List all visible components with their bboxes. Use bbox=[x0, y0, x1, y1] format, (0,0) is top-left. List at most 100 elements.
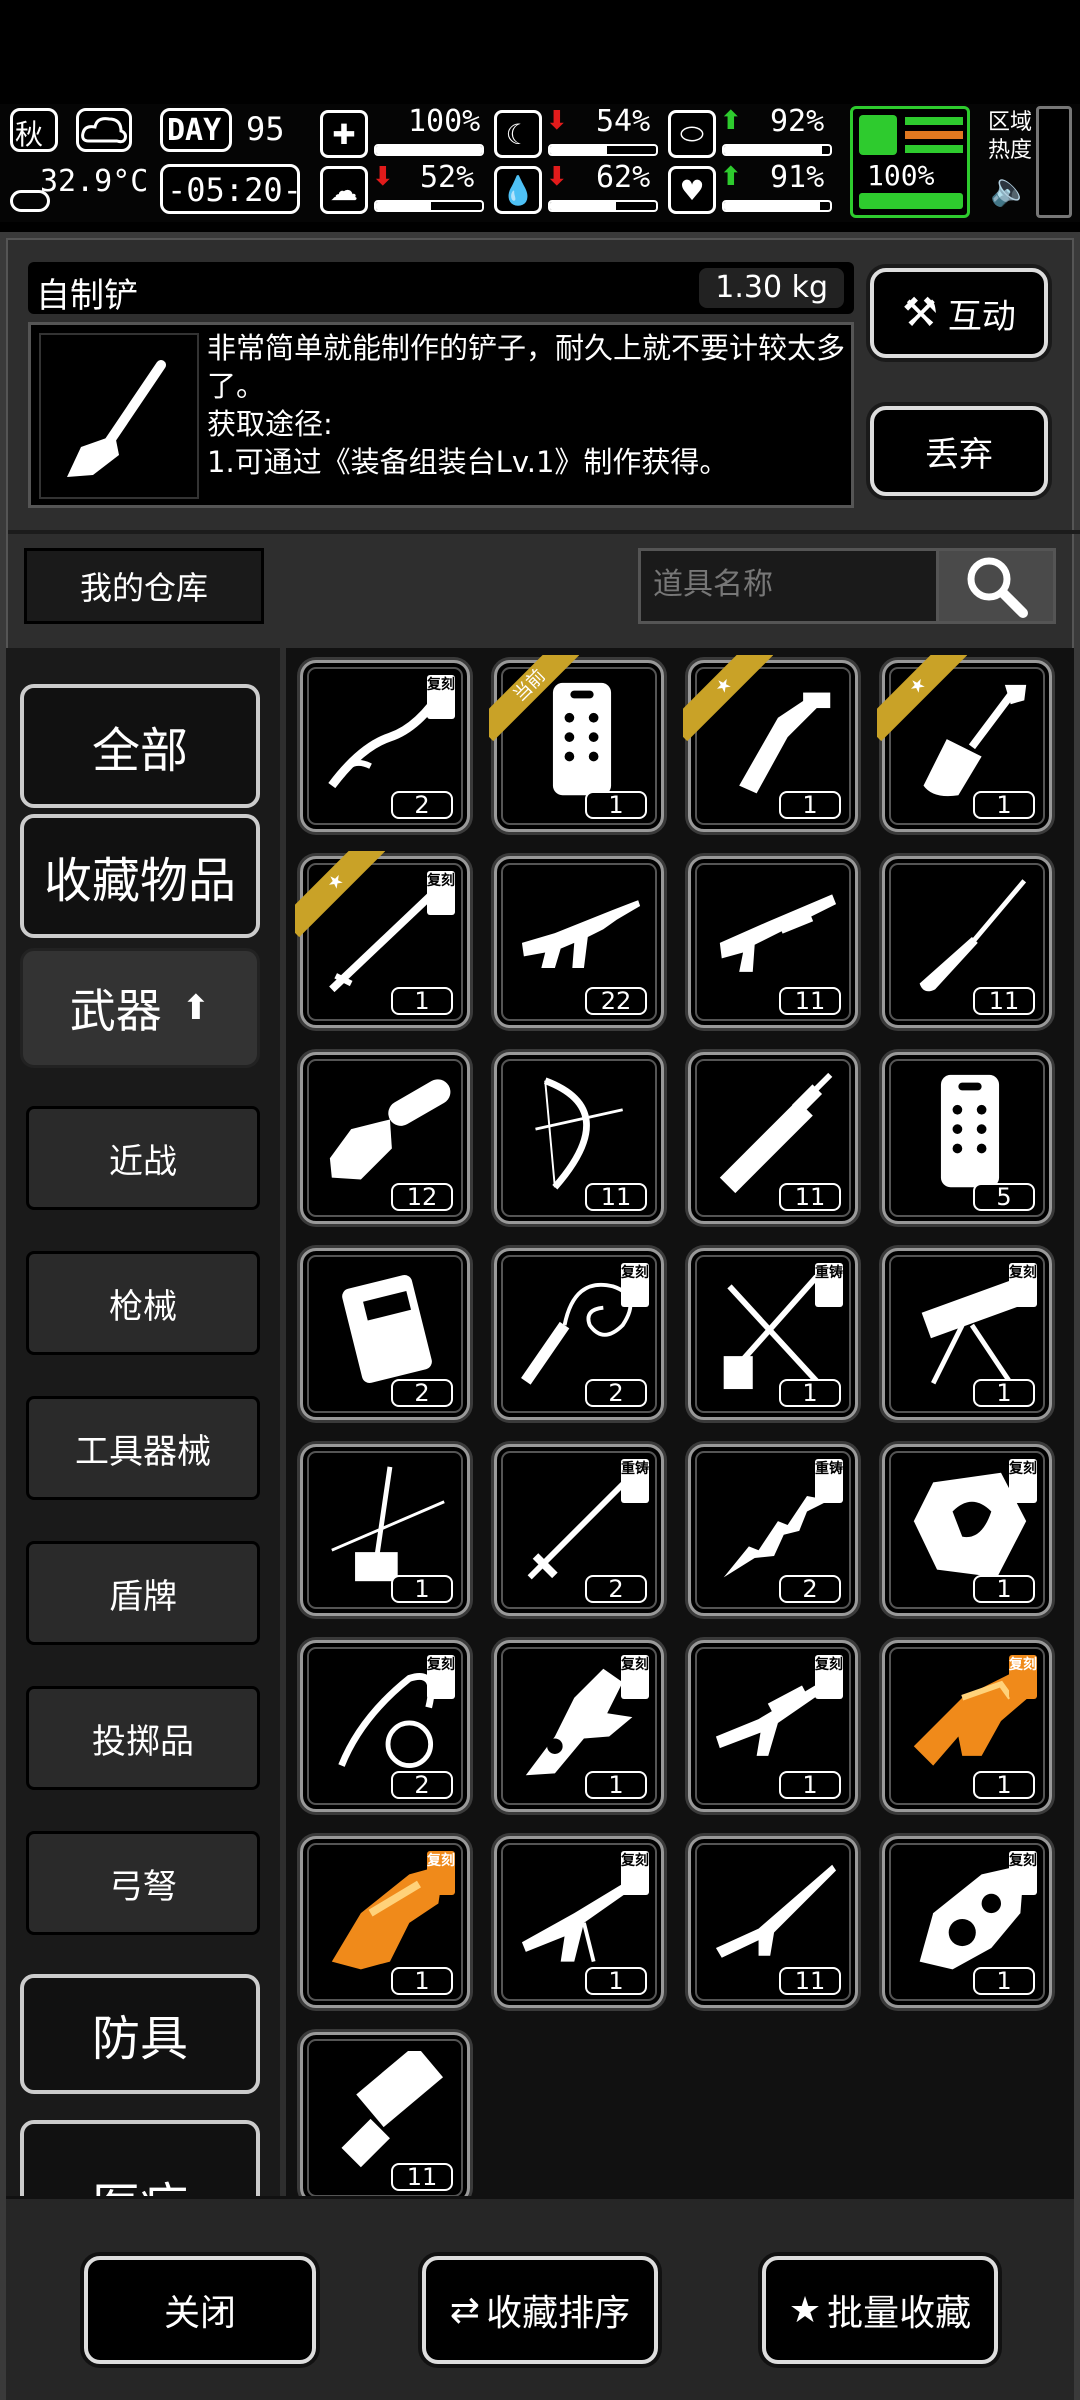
subcategory-throwables[interactable]: 投掷品 bbox=[26, 1686, 260, 1790]
erhu-icon bbox=[331, 1466, 445, 1582]
subcategory-label: 工具器械 bbox=[75, 1431, 211, 1472]
inventory-slot[interactable]: 复刻 1 bbox=[882, 1248, 1052, 1420]
app-root: 秋 32.9°C DAY 95 -05:20- ✚ 100% ☾ ⬇ 54% ⬭… bbox=[0, 0, 1080, 2400]
replica-tag: 复刻 bbox=[621, 1655, 649, 1699]
item-quantity: 2 bbox=[585, 1379, 647, 1407]
item-quantity: 11 bbox=[973, 987, 1035, 1015]
item-description-box: 非常简单就能制作的铲子，耐久上就不要计较太多了。 获取途径: 1.可通过《装备组… bbox=[28, 322, 854, 508]
energy-up-arrow-icon: ⬆ bbox=[720, 106, 742, 136]
inventory-slot[interactable]: 复刻 1 bbox=[882, 1836, 1052, 2008]
current-ribbon: 当前 bbox=[489, 655, 579, 745]
category-medical[interactable]: 医疗 bbox=[20, 2120, 260, 2196]
replica-tag: 复刻 bbox=[427, 1851, 455, 1895]
reforge-tag: 重铸 bbox=[621, 1459, 649, 1503]
day-number: 95 bbox=[246, 110, 285, 148]
inventory-slot[interactable]: 重铸 1 bbox=[688, 1248, 858, 1420]
water-drop-icon: 💧 bbox=[494, 166, 542, 214]
interact-button[interactable]: ⚒ 互动 bbox=[870, 268, 1048, 358]
inventory-slot[interactable]: 11 bbox=[882, 856, 1052, 1028]
interact-label: 互动 bbox=[947, 296, 1016, 337]
hammer-hand-icon: ⚒ bbox=[902, 290, 938, 336]
discard-button[interactable]: 丢弃 bbox=[870, 406, 1048, 496]
hunger-bar bbox=[548, 144, 658, 156]
compound-bow-icon bbox=[535, 1077, 624, 1190]
inventory-slot[interactable]: 复刻 1 bbox=[494, 1640, 664, 1812]
inventory-slot[interactable]: 复刻 1 bbox=[494, 1836, 664, 2008]
status-hud: 秋 32.9°C DAY 95 -05:20- ✚ 100% ☾ ⬇ 54% ⬭… bbox=[0, 104, 1080, 222]
inventory-slot[interactable]: 11 bbox=[688, 1836, 858, 2008]
subcategory-tools[interactable]: 工具器械 bbox=[26, 1396, 260, 1500]
inventory-slot[interactable]: ★ 1 bbox=[877, 655, 1052, 832]
item-quantity: 1 bbox=[973, 791, 1035, 819]
search-input[interactable]: 道具名称 bbox=[638, 548, 936, 624]
inventory-slot[interactable]: 11 bbox=[688, 856, 858, 1028]
discard-label: 丢弃 bbox=[925, 434, 993, 475]
thirst-bar bbox=[548, 200, 658, 212]
stamina-value: 100% bbox=[867, 159, 935, 192]
item-quantity: 1 bbox=[585, 791, 647, 819]
inventory-slot[interactable]: ★ 复刻 1 bbox=[295, 851, 470, 1028]
inventory-slot[interactable]: 复刻 2 bbox=[300, 1640, 470, 1812]
subcategory-melee[interactable]: 近战 bbox=[26, 1106, 260, 1210]
item-quantity: 11 bbox=[779, 987, 841, 1015]
replica-tag: 复刻 bbox=[427, 871, 455, 915]
inventory-slot[interactable]: 2 bbox=[300, 1248, 470, 1420]
sound-icon[interactable]: 🔈 bbox=[990, 170, 1030, 208]
subcategory-label: 近战 bbox=[109, 1141, 177, 1182]
inventory-slot[interactable]: 重铸 2 bbox=[688, 1444, 858, 1616]
inventory-slot[interactable]: 当前 1 bbox=[489, 655, 664, 832]
subcategory-shields[interactable]: 盾牌 bbox=[26, 1541, 260, 1645]
inventory-slot[interactable]: 复刻 1 bbox=[688, 1640, 858, 1812]
inventory-slot[interactable]: 复刻 1 bbox=[882, 1444, 1052, 1616]
category-weapons[interactable]: 武器 ⬆ bbox=[20, 948, 260, 1068]
temperature-readout: 32.9°C bbox=[40, 164, 149, 199]
inventory-slot[interactable]: 复刻 2 bbox=[300, 660, 470, 832]
my-storage-tab[interactable]: 我的仓库 bbox=[24, 548, 264, 624]
item-quantity: 1 bbox=[973, 1575, 1035, 1603]
thirst-value: 62% bbox=[596, 160, 651, 195]
replica-tag: 复刻 bbox=[621, 1263, 649, 1307]
stamina-bar bbox=[859, 193, 963, 209]
batch-favorite-button[interactable]: ★ 批量收藏 bbox=[762, 2256, 998, 2364]
inventory-slot[interactable]: ★ 1 bbox=[683, 655, 858, 832]
subcategory-label: 盾牌 bbox=[109, 1576, 177, 1617]
inventory-slot[interactable]: 11 bbox=[688, 1052, 858, 1224]
subcategory-bows[interactable]: 弓弩 bbox=[26, 1831, 260, 1935]
inventory-slot[interactable]: 1 bbox=[300, 1444, 470, 1616]
rifle-icon bbox=[715, 1864, 837, 1958]
brain-icon: ☁ bbox=[320, 166, 368, 214]
item-quantity: 1 bbox=[391, 987, 453, 1015]
inventory-slot[interactable]: 12 bbox=[300, 1052, 470, 1224]
minigun-icon bbox=[341, 2051, 444, 2168]
category-favorites[interactable]: 收藏物品 bbox=[20, 814, 260, 938]
inventory-slot[interactable]: 5 bbox=[882, 1052, 1052, 1224]
item-quantity: 1 bbox=[779, 791, 841, 819]
heat-label: 热度 bbox=[988, 138, 1033, 163]
inventory-slot[interactable]: 重铸 2 bbox=[494, 1444, 664, 1616]
clock-box: -05:20- bbox=[160, 164, 302, 214]
boot-icon bbox=[859, 115, 897, 155]
item-quantity: 1 bbox=[973, 1967, 1035, 1995]
item-quantity: 11 bbox=[585, 1183, 647, 1211]
item-name: 自制铲 bbox=[36, 276, 138, 316]
inventory-slot[interactable]: 22 bbox=[494, 856, 664, 1028]
inventory-slot[interactable]: 复刻 1 bbox=[882, 1640, 1052, 1812]
inventory-slot[interactable]: 复刻 1 bbox=[300, 1836, 470, 2008]
heart-up-arrow-icon: ⬆ bbox=[720, 162, 742, 192]
inventory-slot[interactable]: 复刻 2 bbox=[494, 1248, 664, 1420]
season-badge: 秋 bbox=[10, 108, 58, 152]
favorite-star-icon: ★ bbox=[295, 851, 385, 941]
inventory-slot[interactable]: 11 bbox=[300, 2032, 470, 2204]
hunger-down-arrow-icon: ⬇ bbox=[546, 106, 568, 136]
inventory-slot[interactable]: 11 bbox=[494, 1052, 664, 1224]
search-button[interactable] bbox=[936, 548, 1056, 624]
sort-favorites-button[interactable]: ⇄ 收藏排序 bbox=[422, 2256, 658, 2364]
category-armor[interactable]: 防具 bbox=[20, 1974, 260, 2094]
broadsword-icon bbox=[719, 1072, 833, 1194]
item-quantity: 2 bbox=[391, 1379, 453, 1407]
category-all[interactable]: 全部 bbox=[20, 684, 260, 808]
subcategory-firearms[interactable]: 枪械 bbox=[26, 1251, 260, 1355]
day-label-box: DAY bbox=[160, 108, 232, 152]
close-button[interactable]: 关闭 bbox=[84, 2256, 316, 2364]
item-quantity: 2 bbox=[779, 1575, 841, 1603]
